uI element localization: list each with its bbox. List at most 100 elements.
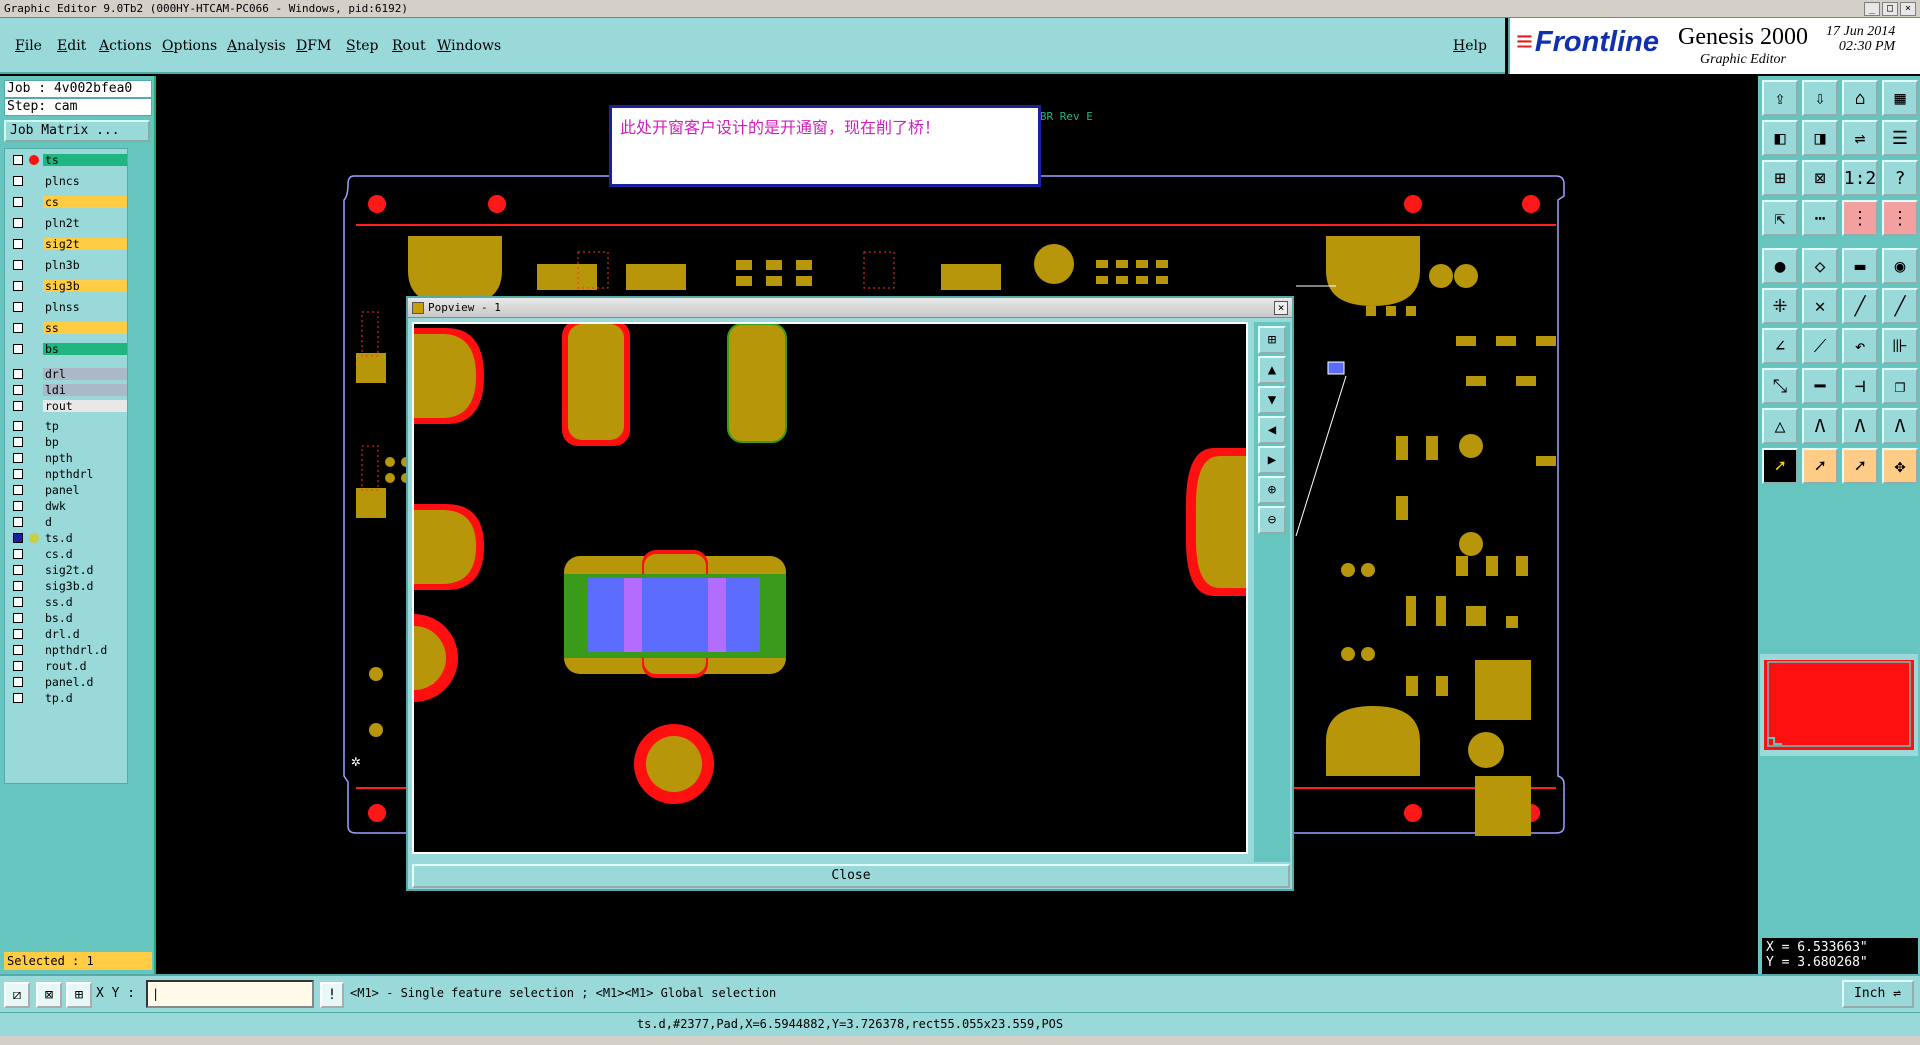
- layer-name[interactable]: dwk: [43, 500, 127, 512]
- add-polygon-icon[interactable]: ◇: [1802, 248, 1838, 284]
- layer-name[interactable]: tp.d: [43, 692, 127, 704]
- pan-right-icon[interactable]: ◨: [1802, 120, 1838, 156]
- layer-checkbox[interactable]: [13, 645, 23, 655]
- add-circle-icon[interactable]: ◉: [1882, 248, 1918, 284]
- layer-checkbox[interactable]: [13, 661, 23, 671]
- menu-step[interactable]: Step: [346, 38, 378, 54]
- layer-row[interactable]: npthdrl.d: [7, 643, 127, 657]
- layer-row[interactable]: sig2t.d: [7, 563, 127, 577]
- layer-name[interactable]: cs.d: [43, 548, 127, 560]
- popview-zoom-fit-icon[interactable]: ⊞: [1258, 326, 1286, 354]
- layer-checkbox[interactable]: [13, 501, 23, 511]
- menu-rout[interactable]: Rout: [392, 38, 426, 54]
- layer-name[interactable]: sig3b: [43, 280, 127, 292]
- layer-row[interactable]: ldi: [7, 383, 127, 397]
- popview-title-bar[interactable]: Popview - 1 ×: [408, 298, 1292, 318]
- peak-icon[interactable]: Λ: [1802, 408, 1838, 444]
- help-icon[interactable]: ?: [1882, 160, 1918, 196]
- layer-name[interactable]: panel.d: [43, 676, 127, 688]
- layer-row[interactable]: panel.d: [7, 675, 127, 689]
- layer-name[interactable]: ss.d: [43, 596, 127, 608]
- layer-row[interactable]: sig2t: [7, 237, 127, 251]
- maximize-button[interactable]: □: [1882, 2, 1898, 16]
- horizontal-line-icon[interactable]: ━: [1802, 368, 1838, 404]
- layer-name[interactable]: panel: [43, 484, 127, 496]
- layer-row[interactable]: drl: [7, 367, 127, 381]
- layer-checkbox[interactable]: [13, 218, 23, 228]
- layers-icon[interactable]: ☰: [1882, 120, 1918, 156]
- select-pointer-icon[interactable]: ➚: [1762, 448, 1798, 484]
- job-matrix-button[interactable]: Job Matrix ...: [4, 120, 150, 142]
- popview-zoom-in-icon[interactable]: ⊕: [1258, 476, 1286, 504]
- copy-shape-icon[interactable]: ❐: [1882, 368, 1918, 404]
- save-icon[interactable]: ⇪: [1762, 80, 1798, 116]
- move-pointer-icon[interactable]: ✥: [1882, 448, 1918, 484]
- connect-icon[interactable]: ⁜: [1762, 288, 1798, 324]
- resize-icon[interactable]: ⤡: [1762, 368, 1798, 404]
- layer-name[interactable]: sig2t: [43, 238, 127, 250]
- layer-row[interactable]: bs: [7, 342, 127, 356]
- menu-edit[interactable]: Edit: [57, 38, 86, 54]
- draw-mode-icon[interactable]: ⧄: [4, 982, 30, 1008]
- unit-selector[interactable]: Inch ⇌: [1842, 980, 1914, 1008]
- layer-checkbox[interactable]: [13, 281, 23, 291]
- layer-checkbox[interactable]: [13, 629, 23, 639]
- popview-window[interactable]: Popview - 1 × ⊞ ▲ ▼ ◀ ▶ ⊕ ⊖ Close: [406, 296, 1294, 891]
- menu-dfm[interactable]: DFM: [296, 38, 331, 54]
- triangle-icon[interactable]: △: [1762, 408, 1798, 444]
- layer-checkbox[interactable]: [13, 302, 23, 312]
- layer-checkbox[interactable]: [13, 597, 23, 607]
- layer-row[interactable]: tp.d: [7, 691, 127, 705]
- layer-name[interactable]: ldi: [43, 384, 127, 396]
- layer-checkbox[interactable]: [13, 369, 23, 379]
- cross-icon[interactable]: ✕: [1802, 288, 1838, 324]
- layer-row[interactable]: tp: [7, 419, 127, 433]
- layer-checkbox[interactable]: [13, 176, 23, 186]
- layer-checkbox[interactable]: [13, 437, 23, 447]
- layer-checkbox[interactable]: [13, 533, 23, 543]
- popview-close-icon[interactable]: ×: [1274, 301, 1288, 315]
- popview-pan-down-icon[interactable]: ▼: [1258, 386, 1286, 414]
- layer-row[interactable]: dwk: [7, 499, 127, 513]
- layer-checkbox[interactable]: [13, 323, 23, 333]
- angle-icon[interactable]: ∠: [1762, 328, 1798, 364]
- diag-line-icon[interactable]: ⟋: [1802, 328, 1838, 364]
- layer-name[interactable]: pln2t: [43, 217, 127, 229]
- layer-row[interactable]: ss.d: [7, 595, 127, 609]
- layer-row[interactable]: bp: [7, 435, 127, 449]
- popview-canvas[interactable]: [412, 322, 1248, 854]
- layer-name[interactable]: sig3b.d: [43, 580, 127, 592]
- layer-name[interactable]: ts.d: [43, 532, 127, 544]
- layer-name[interactable]: bp: [43, 436, 127, 448]
- menu-options[interactable]: Options: [162, 38, 217, 54]
- measure-icon[interactable]: ⇱: [1762, 200, 1798, 236]
- layer-row[interactable]: rout.d: [7, 659, 127, 673]
- layer-name[interactable]: bs.d: [43, 612, 127, 624]
- layer-name[interactable]: ss: [43, 322, 127, 334]
- add-line-icon[interactable]: ▬: [1842, 248, 1878, 284]
- mirror-icon[interactable]: ⇌: [1842, 120, 1878, 156]
- zoom-home-icon[interactable]: ⊠: [1802, 160, 1838, 196]
- layer-checkbox[interactable]: [13, 239, 23, 249]
- cross-mode-icon[interactable]: ⊠: [36, 982, 62, 1008]
- pointer-icon[interactable]: ➚: [1802, 448, 1838, 484]
- layer-row[interactable]: plnss: [7, 300, 127, 314]
- layer-row[interactable]: plncs: [7, 174, 127, 188]
- snap-grid-icon[interactable]: ⋯: [1802, 200, 1838, 236]
- home-icon[interactable]: ⌂: [1842, 80, 1878, 116]
- layer-row[interactable]: npthdrl: [7, 467, 127, 481]
- menu-file[interactable]: File: [15, 38, 42, 54]
- peak-shape-icon[interactable]: Λ: [1882, 408, 1918, 444]
- layer-name[interactable]: drl.d: [43, 628, 127, 640]
- peak-outline-icon[interactable]: Λ: [1842, 408, 1878, 444]
- grid-mode-icon[interactable]: ⊞: [66, 982, 92, 1008]
- layer-checkbox[interactable]: [13, 581, 23, 591]
- slant-line-icon[interactable]: ╱: [1842, 288, 1878, 324]
- layer-checkbox[interactable]: [13, 549, 23, 559]
- popview-zoom-out-icon[interactable]: ⊖: [1258, 506, 1286, 534]
- layer-row[interactable]: pln3b: [7, 258, 127, 272]
- layer-name[interactable]: rout.d: [43, 660, 127, 672]
- menu-windows[interactable]: Windows: [437, 38, 501, 54]
- layer-name[interactable]: cs: [43, 196, 127, 208]
- layer-name[interactable]: pln3b: [43, 259, 127, 271]
